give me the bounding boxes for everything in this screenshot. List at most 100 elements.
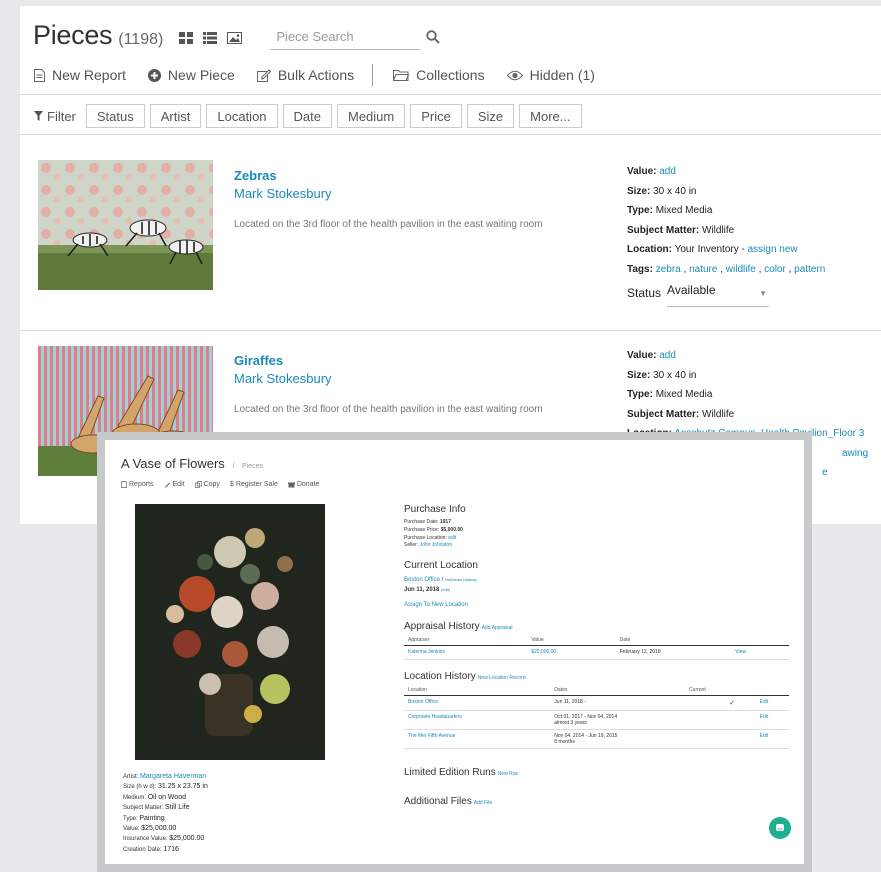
new-report-button[interactable]: New Report: [34, 67, 126, 83]
current-cell: [685, 729, 739, 750]
edit-label: Edit: [172, 481, 185, 488]
dates-range: Jun 11, 2018 -: [554, 699, 586, 706]
tag-link[interactable]: pattern: [794, 264, 825, 275]
view-appraisal-link[interactable]: View: [731, 645, 789, 661]
image-view-icon[interactable]: [227, 31, 243, 44]
filter-location-button[interactable]: Location: [206, 104, 278, 128]
appraiser-link[interactable]: Katerina Jenkins: [404, 645, 528, 661]
piece-artist-link[interactable]: Mark Stokesbury: [234, 186, 332, 201]
hidden-label: Hidden (1): [529, 67, 595, 83]
piece-title-link[interactable]: Zebras: [234, 168, 277, 183]
filter-artist-button[interactable]: Artist: [149, 104, 202, 128]
status-value: Available: [667, 283, 716, 297]
collections-button[interactable]: Collections: [393, 67, 485, 83]
artwork-image[interactable]: [135, 504, 325, 760]
new-piece-label: New Piece: [167, 67, 235, 83]
filter-status-button[interactable]: Status: [85, 104, 145, 128]
register-sale-label: Register Sale: [235, 481, 278, 488]
piece-description: Located on the 3rd floor of the health p…: [234, 219, 543, 230]
new-piece-button[interactable]: New Piece: [147, 67, 235, 83]
appraisal-table: Appraiser Value Date Katerina Jenkins $2…: [404, 635, 789, 661]
hidden-button[interactable]: Hidden (1): [506, 67, 595, 83]
search-icon[interactable]: [426, 29, 441, 44]
tag-link[interactable]: wildlife: [726, 264, 756, 275]
dollar-icon: $: [229, 481, 234, 488]
location-separator: /: [441, 577, 444, 584]
copy-button[interactable]: Copy: [194, 481, 220, 488]
artist-link[interactable]: Margareta Haverman: [140, 773, 206, 780]
pieces-toolbar: New Report New Piece Bulk Actions Collec…: [34, 64, 617, 86]
eye-icon: [506, 70, 523, 80]
gift-icon: [287, 482, 295, 488]
assign-new-link[interactable]: assign new: [748, 244, 798, 255]
location-link[interactable]: Boston Office: [404, 577, 440, 583]
location-link[interactable]: Corporate Headquarters: [404, 710, 551, 731]
assign-location-link[interactable]: Assign To New Location: [404, 600, 789, 610]
size-label: Size:: [627, 185, 651, 197]
purchase-location-edit-link[interactable]: edit: [448, 535, 456, 541]
piece-artist-link[interactable]: Mark Stokesbury: [234, 371, 332, 386]
meta-label: Subject Matter:: [123, 805, 164, 812]
location-link[interactable]: Boston Office: [404, 695, 551, 712]
piece-title-link[interactable]: Giraffes: [234, 353, 283, 368]
meta-value: 1716: [163, 845, 179, 853]
value-label: Value:: [627, 350, 657, 361]
list-view-icon[interactable]: [203, 31, 218, 44]
seller-link[interactable]: John Johnston: [420, 542, 453, 548]
bulk-actions-button[interactable]: Bulk Actions: [256, 67, 354, 83]
sub-location-link[interactable]: Northeast hallway: [445, 577, 477, 582]
location-history-table: Location Dates Current Boston Office Jun…: [404, 685, 789, 750]
tag-link[interactable]: color: [764, 264, 786, 275]
current-check-icon: ✓: [685, 695, 739, 712]
add-file-link[interactable]: Add File: [474, 800, 492, 806]
filter-size-button[interactable]: Size: [466, 104, 515, 128]
page-title: Pieces: [33, 20, 113, 50]
piece-details: Value: add Size: 30 x 40 in Type: Mixed …: [627, 162, 825, 307]
filter-toggle[interactable]: Filter: [34, 109, 76, 124]
copy-label: Copy: [203, 481, 220, 488]
add-value-link[interactable]: add: [659, 350, 676, 361]
meta-label: Type:: [123, 815, 138, 822]
new-run-link[interactable]: New Run: [498, 771, 519, 777]
filter-price-button[interactable]: Price: [410, 104, 462, 128]
detail-sections: Purchase Info Purchase Date: 1917 Purcha…: [404, 504, 789, 807]
grid-view-icon[interactable]: [179, 31, 194, 44]
reports-label: Reports: [129, 481, 154, 488]
additional-files-heading: Additional Files Add File: [404, 796, 789, 807]
meta-label: Size (h w d):: [123, 784, 157, 791]
filter-date-button[interactable]: Date: [282, 104, 332, 128]
piece-thumbnail[interactable]: [38, 160, 213, 290]
edit-location-link[interactable]: Edit: [738, 729, 789, 750]
add-value-link[interactable]: add: [659, 166, 676, 177]
tag-link[interactable]: nature: [689, 264, 717, 275]
type-label: Type:: [627, 205, 653, 216]
reports-button[interactable]: Reports: [121, 481, 154, 488]
chat-button[interactable]: [769, 817, 791, 839]
tag-link[interactable]: zebra: [656, 264, 681, 275]
subject-value: Wildlife: [702, 408, 735, 420]
table-row: Katerina Jenkins $25,000.00 February 12,…: [404, 645, 789, 661]
filter-medium-button[interactable]: Medium: [337, 104, 406, 128]
location-link[interactable]: The Met Fifth Avenue: [404, 729, 551, 750]
page-header: Pieces (1198): [33, 20, 441, 51]
location-history-heading: Location History New Location Record: [404, 671, 789, 682]
search-input[interactable]: [276, 28, 415, 44]
edit-button[interactable]: Edit: [164, 481, 185, 488]
status-select[interactable]: Available ▼: [667, 281, 770, 307]
edit-location-link[interactable]: Edit: [738, 695, 789, 712]
current-cell: [685, 710, 739, 731]
type-value: Mixed Media: [655, 205, 713, 216]
table-row: The Met Fifth Avenue Nov 04, 2014 - Jun …: [404, 729, 789, 750]
detail-actions: Reports Edit Copy $ Register Sale Donate: [121, 481, 319, 488]
column-header: [738, 685, 789, 697]
breadcrumb-link[interactable]: Pieces: [242, 463, 263, 470]
location-date-edit-link[interactable]: (edit): [441, 587, 450, 592]
meta-label: Insurance Value:: [123, 836, 168, 843]
register-sale-button[interactable]: $ Register Sale: [230, 481, 278, 488]
add-appraisal-link[interactable]: Add Appraisal: [482, 625, 513, 631]
plus-circle-icon: [147, 68, 161, 82]
edit-location-link[interactable]: Edit: [738, 710, 789, 731]
new-location-record-link[interactable]: New Location Record: [478, 675, 526, 681]
filter-more-button[interactable]: More...: [519, 104, 582, 128]
donate-button[interactable]: Donate: [287, 481, 319, 488]
